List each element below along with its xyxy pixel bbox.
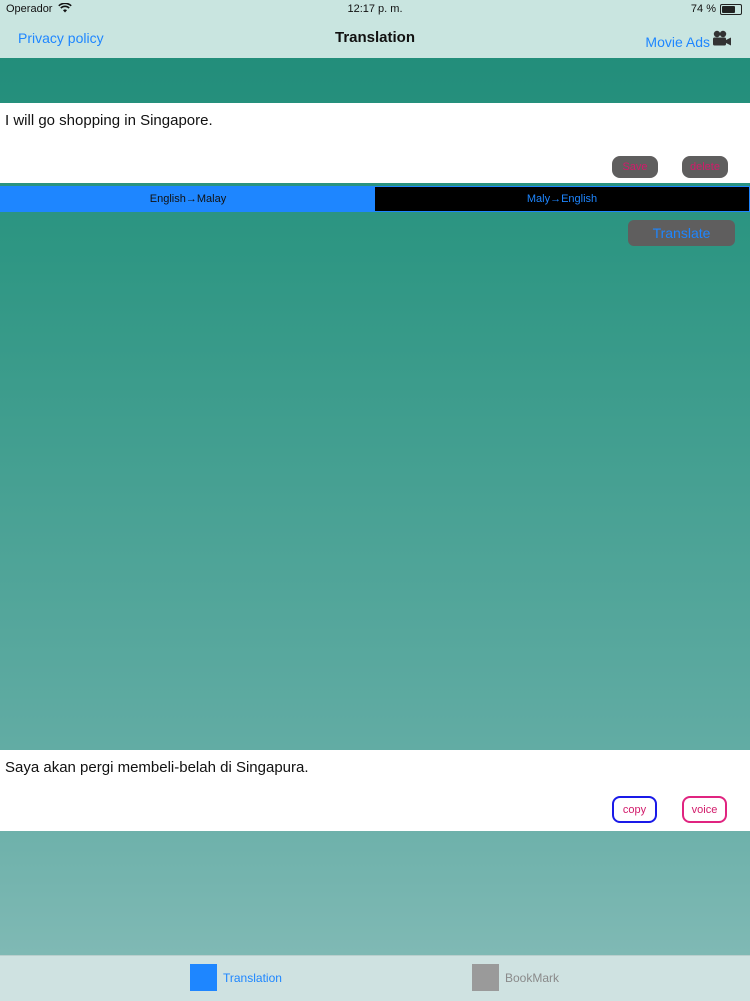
copy-button[interactable]: copy	[612, 796, 657, 823]
direction-selector: English→Malay Maly→English	[0, 186, 750, 212]
tab-bar: Translation BookMark	[0, 955, 750, 1001]
bookmark-tab-icon	[472, 964, 499, 991]
movie-ads-button[interactable]: Movie Ads	[645, 30, 732, 53]
tab-translation-label: Translation	[223, 970, 282, 985]
translation-result-area: Saya akan pergi membeli-belah di Singapu…	[0, 750, 750, 831]
delete-button[interactable]: delete	[682, 156, 728, 178]
segment-english-malay[interactable]: English→Malay	[1, 187, 375, 211]
voice-button[interactable]: voice	[682, 796, 727, 823]
navigation-bar: Privacy policy Translation Movie Ads	[0, 20, 750, 58]
battery-fill	[722, 5, 735, 13]
tab-translation[interactable]: Translation	[190, 964, 282, 991]
battery-indicator: 74 %	[691, 3, 742, 15]
tab-bookmark-label: BookMark	[505, 970, 560, 985]
segment-malay-english[interactable]: Maly→English	[375, 187, 749, 211]
movie-ads-label: Movie Ads	[645, 33, 710, 50]
page-title: Translation	[334, 29, 416, 46]
movie-camera-icon	[712, 30, 732, 53]
translate-button[interactable]: Translate	[628, 220, 735, 246]
translation-tab-icon	[190, 964, 217, 991]
battery-icon	[720, 3, 742, 15]
source-text-area[interactable]: I will go shopping in Singapore. Save de…	[0, 103, 750, 183]
translation-text: Saya akan pergi membeli-belah di Singapu…	[5, 759, 309, 776]
tab-bookmark[interactable]: BookMark	[472, 964, 559, 991]
source-text[interactable]: I will go shopping in Singapore.	[5, 112, 213, 129]
status-bar: Operador 12:17 p. m. 74 %	[0, 0, 750, 20]
battery-percent: 74 %	[690, 3, 716, 15]
save-button[interactable]: Save	[612, 156, 658, 178]
clock: 12:17 p. m.	[347, 3, 403, 15]
